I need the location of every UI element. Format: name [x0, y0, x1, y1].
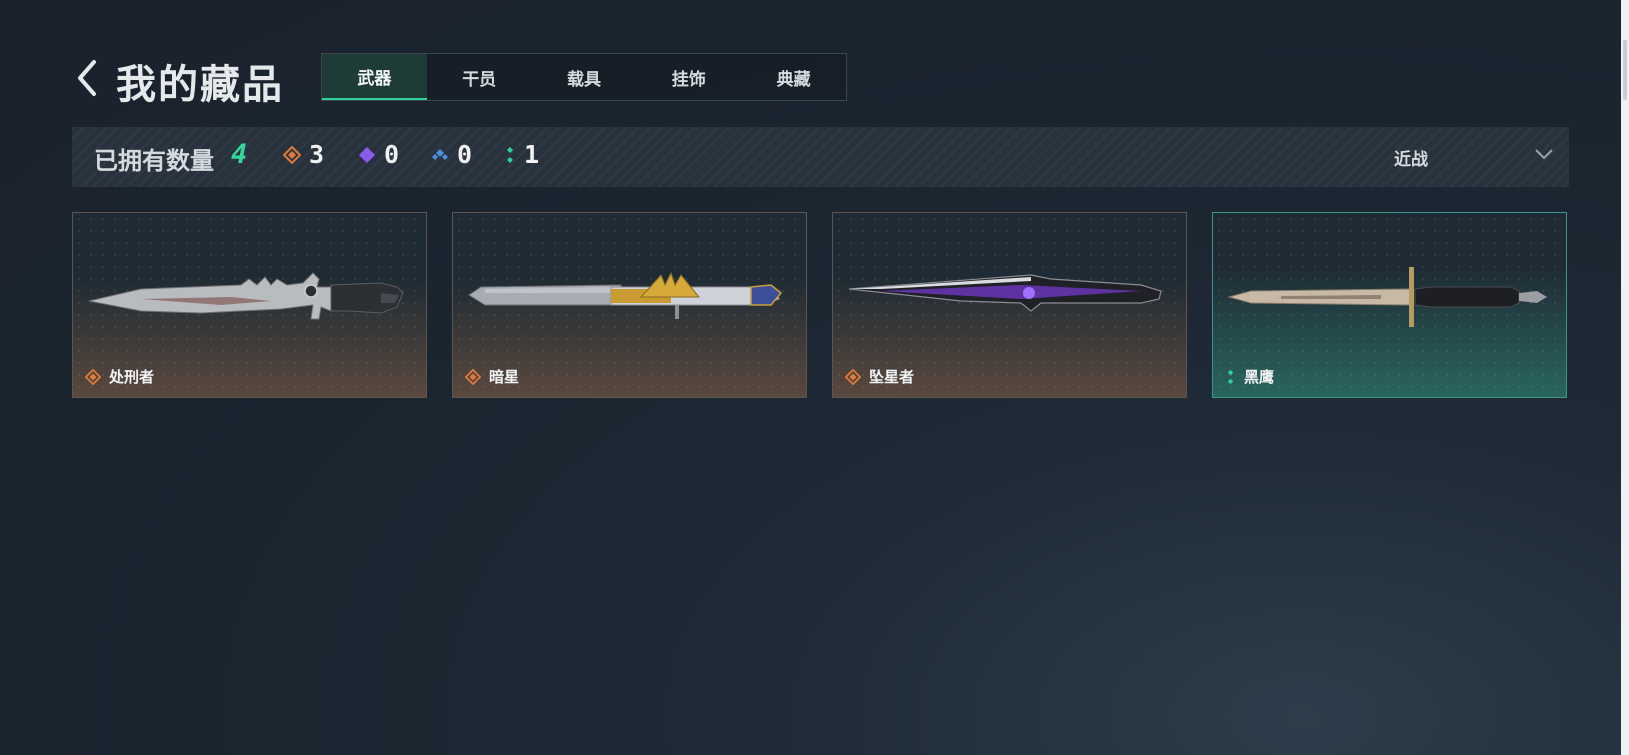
tab-vehicles[interactable]: 载具: [532, 54, 637, 100]
category-tabs: 武器 干员 载具 挂饰 典藏: [321, 53, 847, 101]
item-name: 坠星者: [869, 368, 915, 386]
rarity-count-value: 0: [457, 140, 473, 169]
scrollbar[interactable]: [1621, 0, 1629, 755]
item-name-row: 处刑者: [85, 366, 154, 387]
chevron-left-icon: [78, 60, 96, 96]
rarity-count-blue: 0: [431, 140, 472, 169]
tab-operators[interactable]: 干员: [427, 54, 532, 100]
item-card[interactable]: 处刑者: [72, 212, 427, 398]
chevron-down-icon: [1535, 149, 1553, 160]
tab-collection[interactable]: 典藏: [741, 54, 846, 100]
item-name: 黑鹰: [1244, 368, 1275, 386]
knife-image: [468, 271, 783, 319]
orange-diamond-icon: [85, 368, 101, 385]
blue-diamond-icon: [432, 148, 448, 160]
item-name: 处刑者: [109, 368, 155, 386]
orange-diamond-icon: [283, 145, 301, 164]
orange-diamond-icon: [465, 368, 481, 385]
rarity-count-purple: 0: [358, 140, 399, 169]
knife-image: [1227, 267, 1547, 327]
green-diamond-icon: [507, 146, 513, 163]
weapon-type-dropdown[interactable]: 近战: [1394, 141, 1554, 173]
item-name: 暗星: [489, 368, 520, 386]
tab-weapons[interactable]: 武器: [322, 54, 427, 100]
knife-image: [848, 274, 1162, 312]
owned-count: 4: [231, 139, 248, 170]
back-button[interactable]: [74, 56, 104, 100]
knife-image: [88, 272, 404, 320]
owned-label: 已拥有数量: [94, 147, 214, 175]
rarity-count-value: 1: [524, 140, 540, 169]
item-name-row: 黑鹰: [1225, 366, 1274, 387]
orange-diamond-icon: [845, 368, 861, 385]
item-card[interactable]: 暗星: [452, 212, 807, 398]
item-name-row: 坠星者: [845, 366, 914, 387]
scrollbar-thumb[interactable]: [1623, 40, 1627, 100]
rarity-count-green: 1: [504, 140, 539, 169]
purple-diamond-icon: [359, 146, 375, 163]
rarity-count-value: 0: [384, 140, 400, 169]
dropdown-selected-value: 近战: [1394, 150, 1428, 170]
item-card[interactable]: 坠星者: [832, 212, 1187, 398]
tab-charms[interactable]: 挂饰: [636, 54, 741, 100]
owned-stats-bar: 已拥有数量 4 3 0 0 1 近战: [72, 127, 1569, 187]
item-name-row: 暗星: [465, 366, 519, 387]
page-title: 我的藏品: [116, 62, 284, 108]
item-card[interactable]: 黑鹰: [1212, 212, 1567, 398]
rarity-count-orange: 3: [283, 140, 324, 169]
rarity-count-value: 3: [309, 140, 325, 169]
green-diamond-icon: [1227, 369, 1234, 384]
